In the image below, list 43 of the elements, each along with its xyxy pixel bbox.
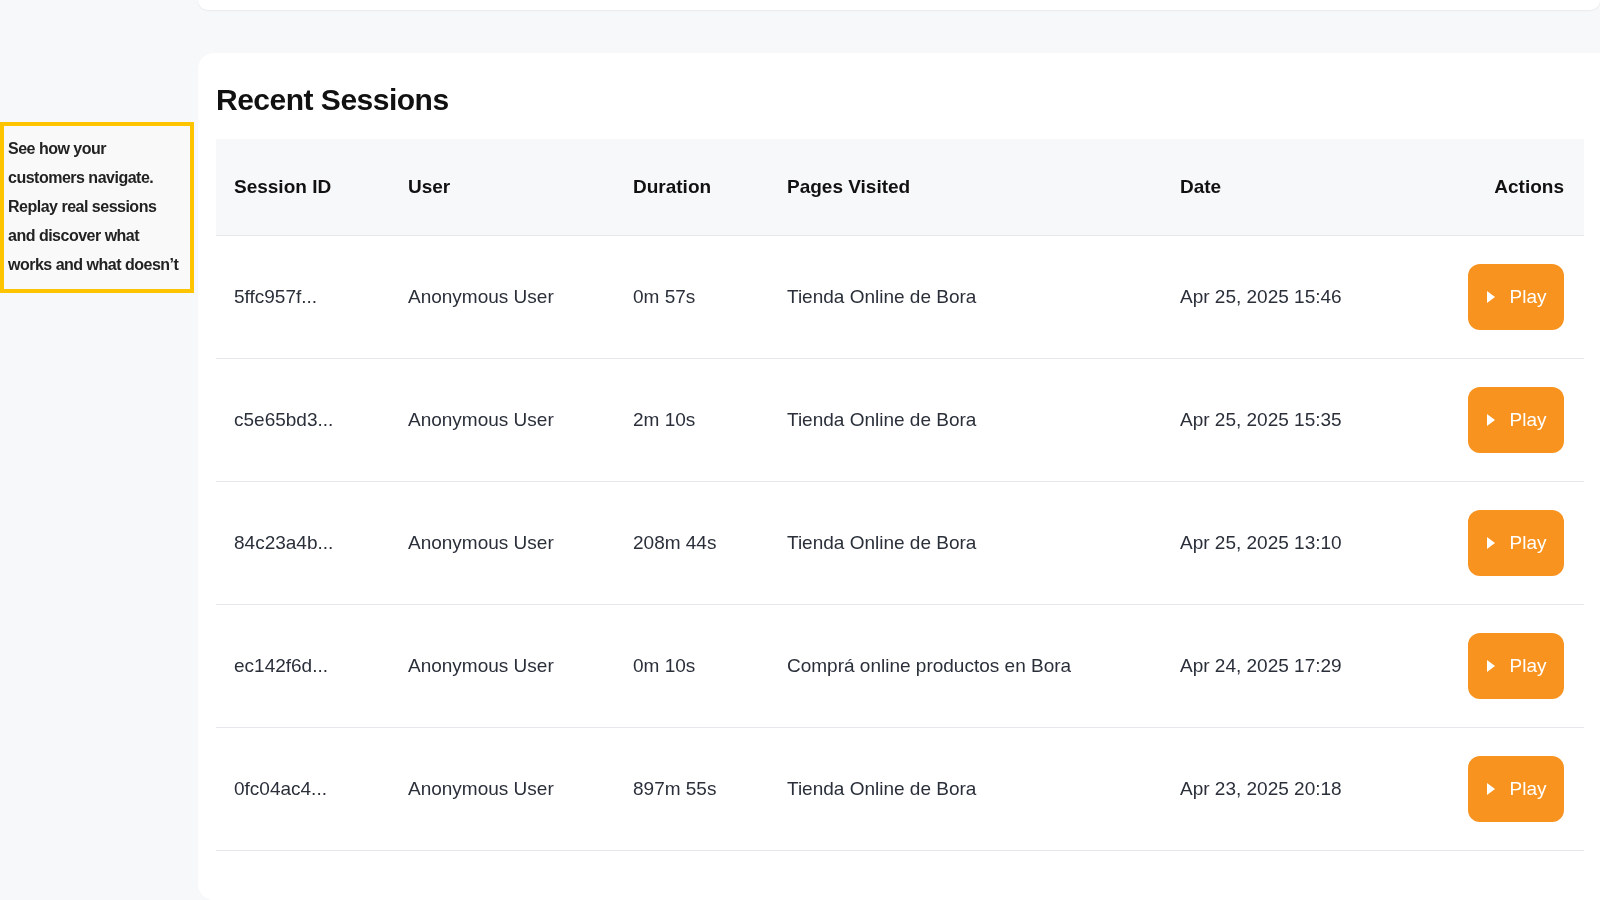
column-header: Date xyxy=(1180,176,1223,198)
column-header: Actions xyxy=(1493,176,1565,198)
play-icon xyxy=(1485,782,1496,796)
play-icon xyxy=(1485,290,1496,304)
play-button[interactable]: Play xyxy=(1468,264,1564,330)
table-cell-text: Tienda Online de Bora xyxy=(787,532,978,554)
table-cell-text: Anonymous User xyxy=(408,655,555,677)
play-button[interactable]: Play xyxy=(1468,756,1564,822)
table-cell-text: c5e65bd3... xyxy=(234,409,335,431)
column-header: Session ID xyxy=(234,176,333,198)
column-header: Pages Visited xyxy=(787,176,912,198)
play-icon xyxy=(1485,536,1496,550)
table-cell-text: Anonymous User xyxy=(408,286,555,308)
table-cell-text: Apr 25, 2025 15:46 xyxy=(1180,286,1343,308)
table-cell-text: ec142f6d... xyxy=(234,655,330,677)
play-icon xyxy=(1485,413,1496,427)
table-cell-text: Anonymous User xyxy=(408,778,555,800)
column-header: User xyxy=(408,176,452,198)
table-cell-text: Tienda Online de Bora xyxy=(787,778,978,800)
table-cell-text: Apr 25, 2025 15:35 xyxy=(1180,409,1343,431)
table-cell-text: Apr 25, 2025 13:10 xyxy=(1180,532,1343,554)
table-cell-text: Anonymous User xyxy=(408,409,555,431)
table-cell-text: Anonymous User xyxy=(408,532,555,554)
table-cell-text: 2m 10s xyxy=(633,409,697,431)
table-cell-text: 5ffc957f... xyxy=(234,286,319,308)
play-icon xyxy=(1485,659,1496,673)
card-title: Recent Sessions xyxy=(216,83,450,117)
table-cell-text: 0m 57s xyxy=(633,286,697,308)
table-cell-text: Apr 24, 2025 17:29 xyxy=(1180,655,1343,677)
callout-text: See how your customers navigate. Replay real sessions and discover what works and what doesn’t xyxy=(0,122,194,293)
play-button[interactable]: Play xyxy=(1468,633,1564,699)
table-cell-text: Tienda Online de Bora xyxy=(787,286,978,308)
table-cell-text: Comprá online productos en Bora xyxy=(787,655,1073,677)
table-cell-text: Apr 23, 2025 20:18 xyxy=(1180,778,1343,800)
table-cell-text: 0fc04ac4... xyxy=(234,778,328,800)
table-cell-text: 897m 55s xyxy=(633,778,718,800)
table-cell-text: 84c23a4b... xyxy=(234,532,335,554)
play-button[interactable]: Play xyxy=(1468,510,1564,576)
table-cell-text: 208m 44s xyxy=(633,532,718,554)
column-header: Duration xyxy=(633,176,713,198)
table-cell-text: 0m 10s xyxy=(633,655,697,677)
table-cell-text: Tienda Online de Bora xyxy=(787,409,978,431)
play-button[interactable]: Play xyxy=(1468,387,1564,453)
